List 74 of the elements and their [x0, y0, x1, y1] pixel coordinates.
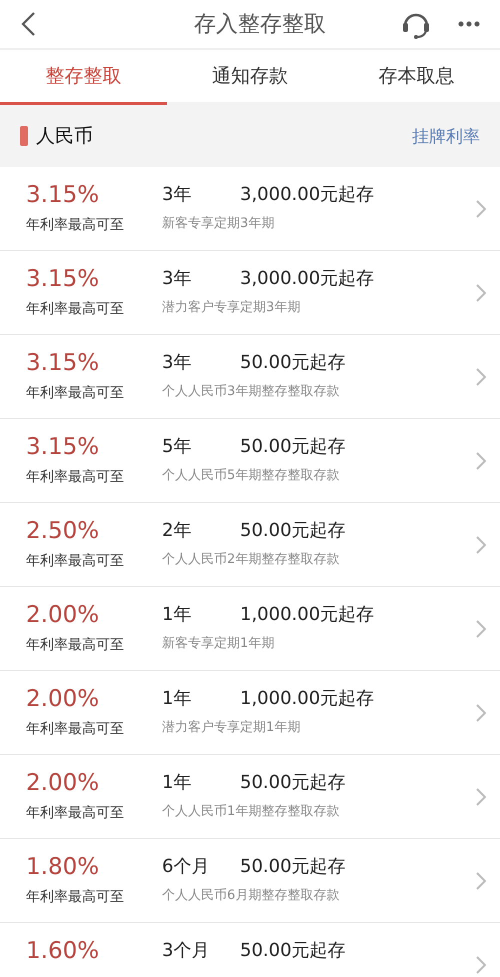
rate-label: 年利率最高可至: [26, 552, 125, 570]
product-name: 个人人民币1年期整存整取存款: [162, 803, 340, 820]
chevron-icon: [476, 956, 486, 974]
product-row[interactable]: 2.00% 年利率最高可至 1年 50.00元起存 个人人民币1年期整存整取存款: [0, 755, 500, 839]
term-text: 6个月: [162, 855, 210, 878]
minimum-text: 1,000.00元起存: [240, 603, 374, 626]
product-row[interactable]: 2.50% 年利率最高可至 2年 50.00元起存 个人人民币2年期整存整取存款: [0, 503, 500, 587]
rate-label: 年利率最高可至: [26, 300, 125, 318]
rate-text: 2.00%: [26, 770, 100, 796]
chevron-icon: [476, 452, 486, 470]
term-text: 3年: [162, 351, 192, 374]
rate-label: 年利率最高可至: [26, 216, 125, 234]
chevron-icon: [476, 620, 486, 638]
more-icon[interactable]: [458, 21, 480, 27]
rate-label: 年利率最高可至: [26, 888, 125, 906]
rate-text: 3.15%: [26, 350, 100, 376]
section-title: 人民币: [36, 124, 93, 149]
product-name: 个人人民币5年期整存整取存款: [162, 467, 340, 484]
product-row[interactable]: 3.15% 年利率最高可至 5年 50.00元起存 个人人民币5年期整存整取存款: [0, 419, 500, 503]
product-name: 新客专享定期3年期: [162, 215, 276, 232]
rate-label: 年利率最高可至: [26, 804, 125, 822]
chevron-icon: [476, 788, 486, 806]
product-name: 潜力客户专享定期3年期: [162, 299, 302, 316]
rate-label: 年利率最高可至: [26, 384, 125, 402]
back-icon[interactable]: [20, 11, 36, 37]
term-text: 1年: [162, 687, 192, 710]
minimum-text: 50.00元起存: [240, 435, 346, 458]
minimum-text: 1,000.00元起存: [240, 687, 374, 710]
rate-text: 3.15%: [26, 182, 100, 208]
chevron-icon: [476, 284, 486, 302]
rate-text: 1.60%: [26, 938, 100, 964]
term-text: 1年: [162, 603, 192, 626]
chevron-icon: [476, 704, 486, 722]
product-name: 个人人民币6月期整存整取存款: [162, 887, 340, 904]
product-row[interactable]: 2.00% 年利率最高可至 1年 1,000.00元起存 新客专享定期1年期: [0, 587, 500, 671]
product-name: 个人人民币3年期整存整取存款: [162, 383, 340, 400]
minimum-text: 50.00元起存: [240, 519, 346, 542]
rate-text: 1.80%: [26, 854, 100, 880]
chevron-icon: [476, 368, 486, 386]
marker-icon: [20, 126, 28, 146]
rate-text: 2.50%: [26, 518, 100, 544]
minimum-text: 3,000.00元起存: [240, 183, 374, 206]
rate-text: 2.00%: [26, 686, 100, 712]
product-name: 个人人民币2年期整存整取存款: [162, 551, 340, 568]
product-row[interactable]: 1.60% 3个月 50.00元起存: [0, 923, 500, 977]
minimum-text: 50.00元起存: [240, 939, 346, 962]
chevron-icon: [476, 872, 486, 890]
term-text: 3个月: [162, 939, 210, 962]
minimum-text: 50.00元起存: [240, 855, 346, 878]
chevron-icon: [476, 200, 486, 218]
minimum-text: 50.00元起存: [240, 771, 346, 794]
product-name: 潜力客户专享定期1年期: [162, 719, 302, 736]
product-row[interactable]: 3.15% 年利率最高可至 3年 3,000.00元起存 新客专享定期3年期: [0, 167, 500, 251]
rate-label: 年利率最高可至: [26, 636, 125, 654]
minimum-text: 3,000.00元起存: [240, 267, 374, 290]
rate-text: 3.15%: [26, 266, 100, 292]
page-title: 存入整存整取: [194, 11, 326, 39]
term-text: 3年: [162, 267, 192, 290]
chevron-icon: [476, 536, 486, 554]
rate-text: 3.15%: [26, 434, 100, 460]
term-text: 5年: [162, 435, 192, 458]
term-text: 3年: [162, 183, 192, 206]
rate-label: 年利率最高可至: [26, 720, 125, 738]
minimum-text: 50.00元起存: [240, 351, 346, 374]
rate-label: 年利率最高可至: [26, 468, 125, 486]
term-text: 2年: [162, 519, 192, 542]
product-row[interactable]: 3.15% 年利率最高可至 3年 3,000.00元起存 潜力客户专享定期3年期: [0, 251, 500, 335]
product-row[interactable]: 1.80% 年利率最高可至 6个月 50.00元起存 个人人民币6月期整存整取存款: [0, 839, 500, 923]
product-row[interactable]: 3.15% 年利率最高可至 3年 50.00元起存 个人人民币3年期整存整取存款: [0, 335, 500, 419]
term-text: 1年: [162, 771, 192, 794]
product-name: 新客专享定期1年期: [162, 635, 276, 652]
rates-link[interactable]: 挂牌利率: [412, 124, 480, 148]
rate-text: 2.00%: [26, 602, 100, 628]
product-row[interactable]: 2.00% 年利率最高可至 1年 1,000.00元起存 潜力客户专享定期1年期: [0, 671, 500, 755]
